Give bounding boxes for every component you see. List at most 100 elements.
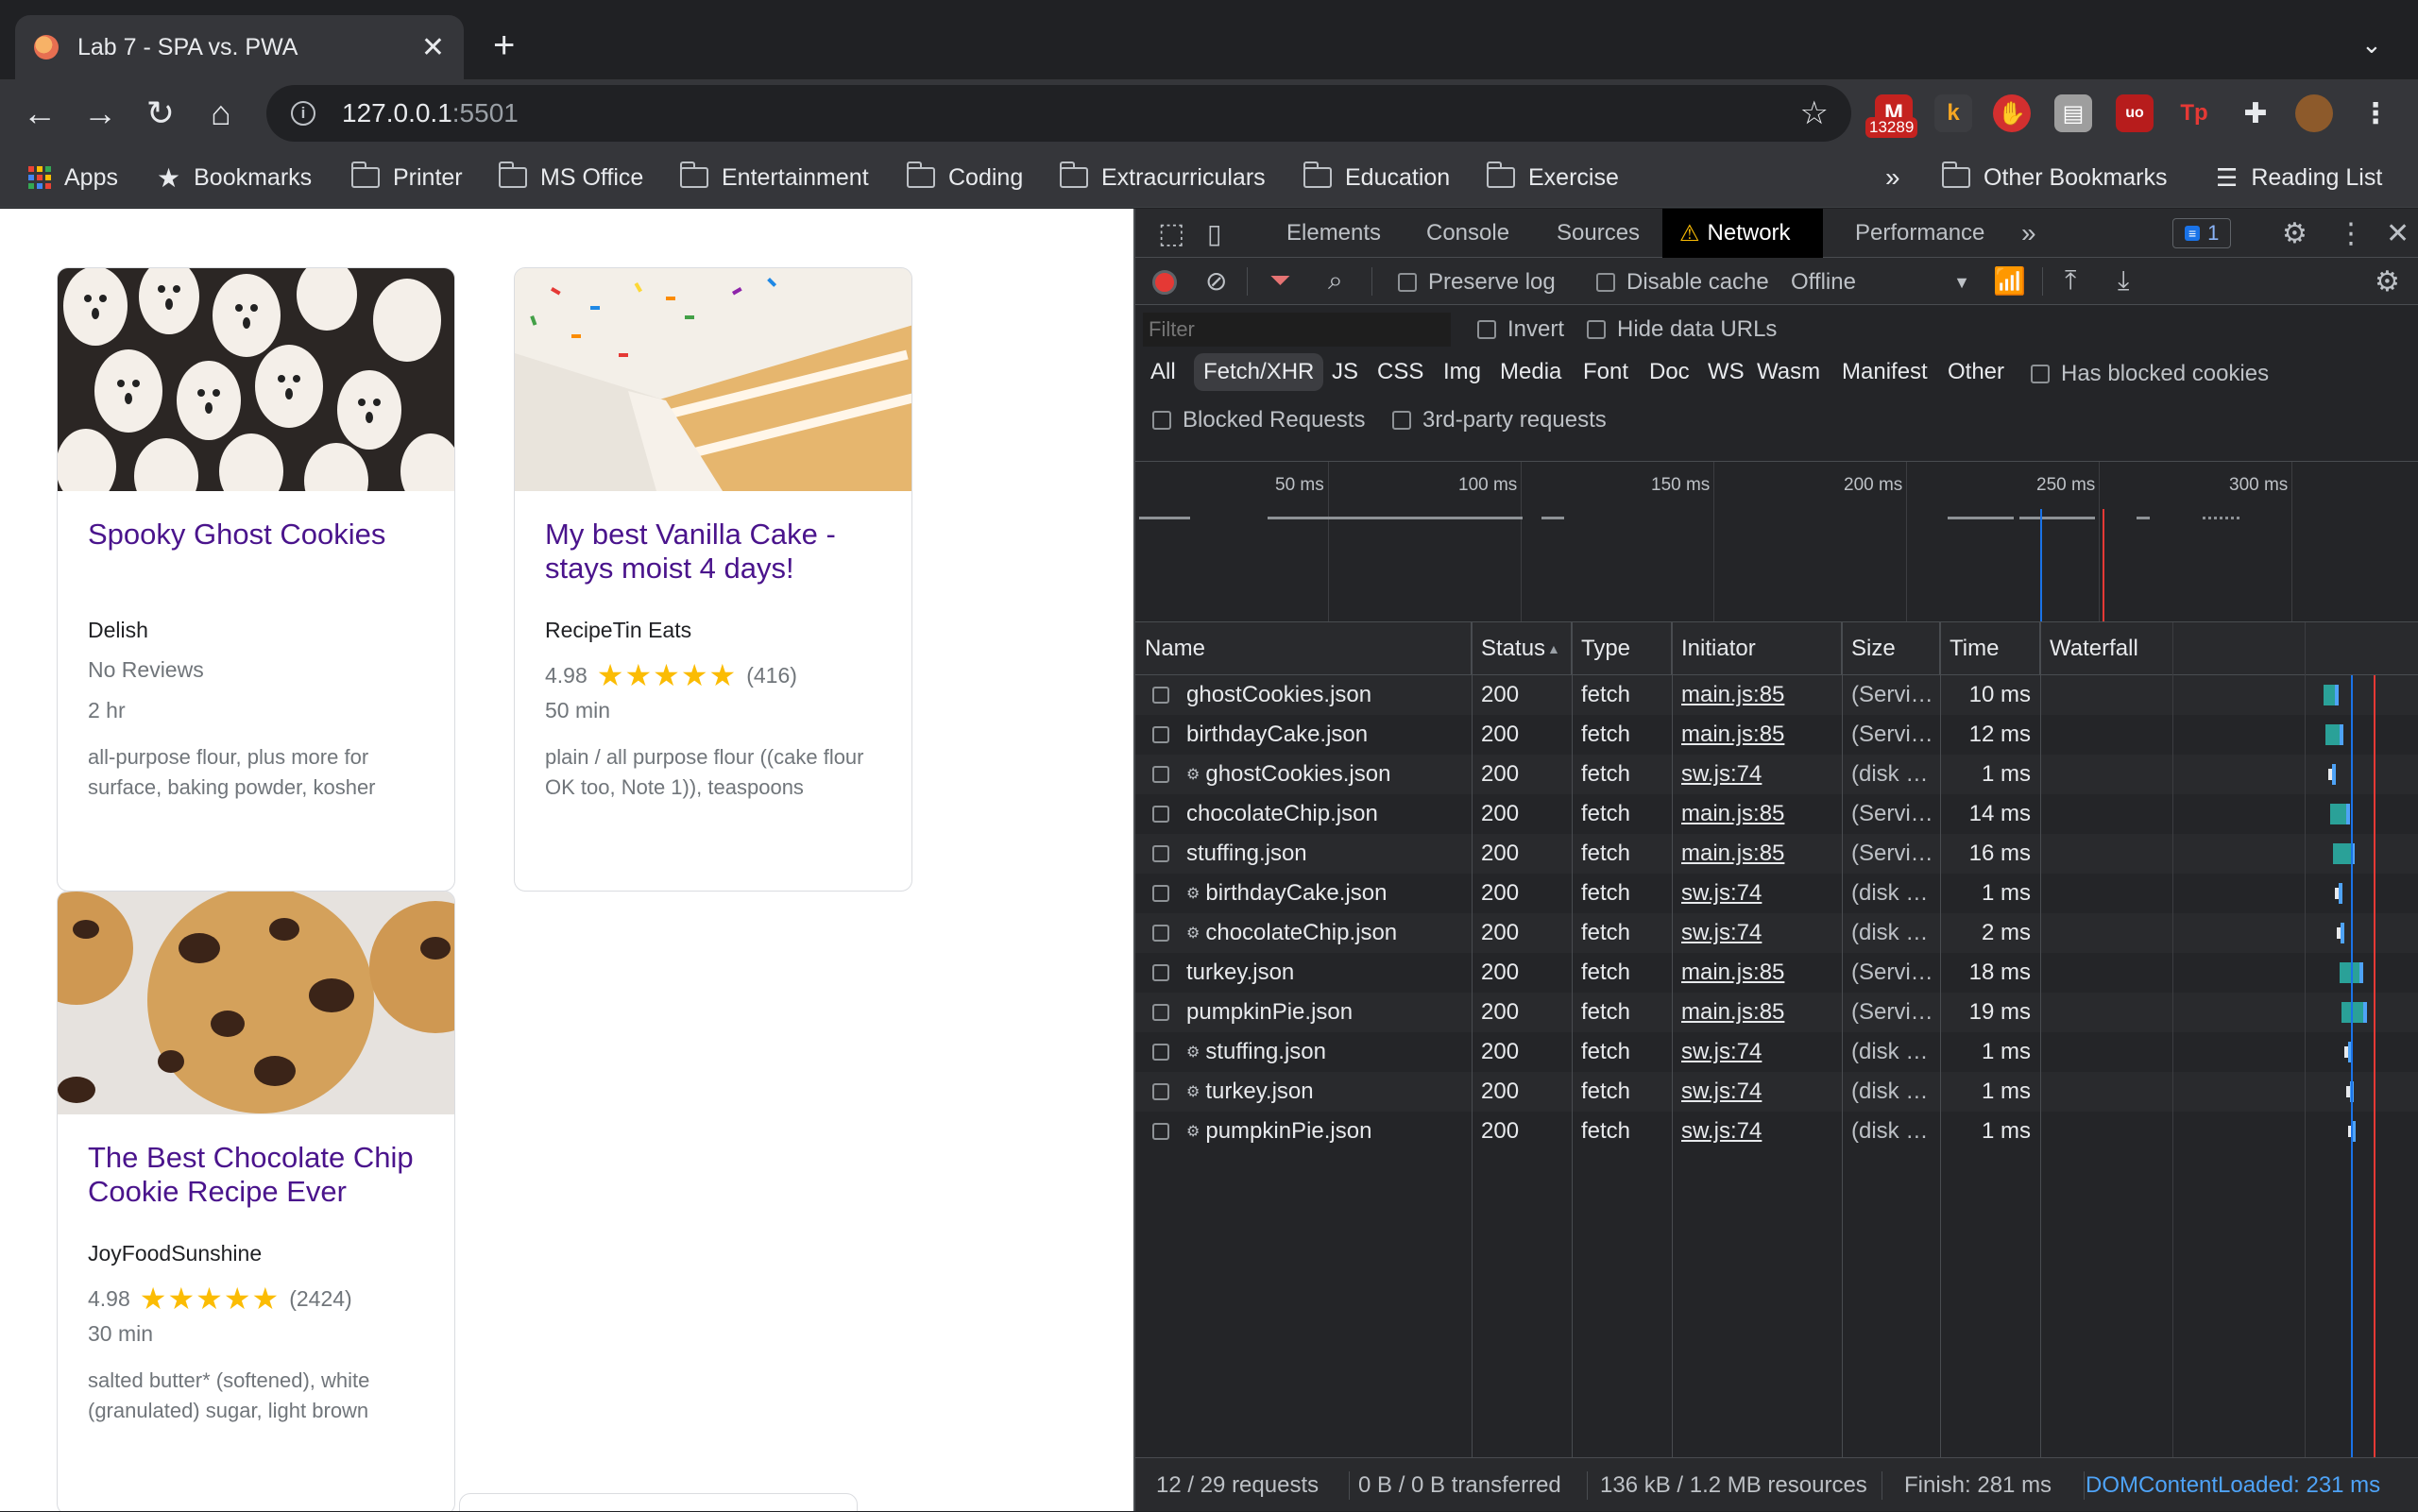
request-name-cell[interactable]: ⚙ birthdayCake.json <box>1152 874 1470 913</box>
table-row[interactable]: ⚙ stuffing.json 200 fetch sw.js:74 (disk … 1 m… <box>1135 1032 2418 1072</box>
request-name-cell[interactable]: ghostCookies.json <box>1152 675 1470 715</box>
initiator-link[interactable]: sw.js:74 <box>1681 880 1762 907</box>
bookmark-folder-extracurriculars[interactable]: Extracurriculars <box>1059 161 1266 195</box>
site-info-icon[interactable]: i <box>291 101 315 126</box>
request-name-cell[interactable]: turkey.json <box>1152 953 1470 993</box>
row-checkbox[interactable] <box>1152 1044 1169 1061</box>
more-tabs-button[interactable]: » <box>2004 209 2053 258</box>
invert-checkbox[interactable]: Invert <box>1477 316 1564 343</box>
tab-elements[interactable]: Elements <box>1269 209 1398 258</box>
initiator-link[interactable]: sw.js:74 <box>1681 761 1762 788</box>
request-name-cell[interactable]: chocolateChip.json <box>1152 794 1470 834</box>
recipe-card[interactable]: The Best Chocolate Chip Cookie Recipe Ev… <box>57 891 455 1511</box>
waterfall-bar[interactable] <box>2330 804 2346 824</box>
bookmarks-overflow-button[interactable]: » <box>1885 161 1900 195</box>
bookmark-star-icon[interactable]: ☆ <box>1800 94 1829 132</box>
bookmark-apps[interactable]: Apps <box>28 161 118 195</box>
row-checkbox[interactable] <box>1152 806 1169 823</box>
initiator-link[interactable]: main.js:85 <box>1681 801 1784 827</box>
initiator-cell[interactable]: sw.js:74 <box>1681 1032 1842 1072</box>
filter-input[interactable] <box>1143 313 1451 347</box>
sheet-extension-icon[interactable]: ▤ <box>2054 94 2092 132</box>
extensions-puzzle-icon[interactable]: ✚ <box>2237 94 2274 132</box>
has-blocked-cookies-checkbox[interactable]: Has blocked cookies <box>2031 361 2269 387</box>
table-row[interactable]: ⚙ ghostCookies.json 200 fetch sw.js:74 (disk … <box>1135 755 2418 794</box>
reload-button[interactable]: ↻ <box>140 93 181 134</box>
initiator-link[interactable]: sw.js:74 <box>1681 1079 1762 1105</box>
row-checkbox[interactable] <box>1152 845 1169 862</box>
filter-type-all[interactable]: All <box>1149 353 1178 391</box>
filter-type-manifest[interactable]: Manifest <box>1840 353 1930 391</box>
initiator-link[interactable]: main.js:85 <box>1681 960 1784 986</box>
initiator-cell[interactable]: main.js:85 <box>1681 834 1842 874</box>
row-checkbox[interactable] <box>1152 925 1169 942</box>
close-tab-icon[interactable]: ✕ <box>421 31 445 64</box>
bookmark-bookmarks[interactable]: ★ Bookmarks <box>157 161 312 195</box>
row-checkbox[interactable] <box>1152 726 1169 743</box>
tp-extension-icon[interactable]: Tp <box>2175 94 2213 132</box>
hide-data-urls-checkbox[interactable]: Hide data URLs <box>1587 316 1777 343</box>
table-row[interactable]: ⚙ chocolateChip.json 200 fetch sw.js:74 (disk… <box>1135 913 2418 953</box>
back-button[interactable]: ← <box>19 93 60 134</box>
reading-list-button[interactable]: ☰ Reading List <box>2216 161 2382 195</box>
export-har-icon[interactable]: ⤓ <box>2118 265 2129 297</box>
waterfall-bar[interactable] <box>2339 962 2360 983</box>
filter-type-js[interactable]: JS <box>1330 353 1360 391</box>
row-checkbox[interactable] <box>1152 964 1169 981</box>
hand-extension-icon[interactable]: ✋ <box>1993 94 2031 132</box>
bookmark-folder-printer[interactable]: Printer <box>350 161 463 195</box>
browser-tab[interactable]: Lab 7 - SPA vs. PWA ✕ <box>15 15 464 79</box>
new-tab-button[interactable]: + <box>493 25 515 66</box>
import-har-icon[interactable]: ⤒ <box>2065 265 2076 297</box>
tab-console[interactable]: Console <box>1409 209 1526 258</box>
row-checkbox[interactable] <box>1152 766 1169 783</box>
tab-performance[interactable]: Performance <box>1838 209 2001 258</box>
filter-type-css[interactable]: CSS <box>1375 353 1425 391</box>
initiator-cell[interactable]: main.js:85 <box>1681 794 1842 834</box>
request-name-cell[interactable]: ⚙ turkey.json <box>1152 1072 1470 1112</box>
filter-type-wasm[interactable]: Wasm <box>1755 353 1822 391</box>
initiator-link[interactable]: sw.js:74 <box>1681 920 1762 946</box>
recipe-title-link[interactable]: The Best Chocolate Chip Cookie Recipe Ev… <box>88 1141 437 1209</box>
filter-type-font[interactable]: Font <box>1581 353 1630 391</box>
column-time[interactable]: Time <box>1940 622 2040 675</box>
filter-type-img[interactable]: Img <box>1441 353 1483 391</box>
recipe-card[interactable]: Spooky Ghost Cookies Delish No Reviews 2… <box>57 267 455 892</box>
column-waterfall[interactable]: Waterfall <box>2040 622 2418 675</box>
tab-search-chevron-icon[interactable]: ⌄ <box>2361 30 2382 59</box>
ublock-extension-icon[interactable]: uo <box>2116 94 2154 132</box>
tab-sources[interactable]: Sources <box>1540 209 1657 258</box>
throttling-select[interactable]: Offline ▼ <box>1791 269 1970 296</box>
initiator-cell[interactable]: main.js:85 <box>1681 993 1842 1032</box>
initiator-cell[interactable]: sw.js:74 <box>1681 1112 1842 1151</box>
initiator-link[interactable]: main.js:85 <box>1681 722 1784 748</box>
k-extension-icon[interactable]: k <box>1934 94 1972 132</box>
initiator-link[interactable]: main.js:85 <box>1681 999 1784 1026</box>
initiator-link[interactable]: main.js:85 <box>1681 841 1784 867</box>
column-type[interactable]: Type <box>1572 622 1672 675</box>
filter-type-fetch-xhr[interactable]: Fetch/XHR <box>1194 353 1324 391</box>
network-overview-timeline[interactable]: 50 ms 100 ms 150 ms 200 ms 250 ms 300 ms <box>1135 462 2418 622</box>
row-checkbox[interactable] <box>1152 1004 1169 1021</box>
column-initiator[interactable]: Initiator <box>1672 622 1842 675</box>
bookmark-folder-other[interactable]: Other Bookmarks <box>1941 161 2168 195</box>
filter-type-other[interactable]: Other <box>1946 353 2006 391</box>
bookmark-folder-entertainment[interactable]: Entertainment <box>679 161 869 195</box>
bookmark-folder-coding[interactable]: Coding <box>906 161 1023 195</box>
table-row[interactable]: stuffing.json 200 fetch main.js:85 (Servi… 16… <box>1135 834 2418 874</box>
waterfall-bar[interactable] <box>2325 724 2340 745</box>
issues-button[interactable]: ≡ 1 <box>2172 218 2232 248</box>
initiator-link[interactable]: sw.js:74 <box>1681 1039 1762 1065</box>
table-row[interactable]: ⚙ birthdayCake.json 200 fetch sw.js:74 (disk … <box>1135 874 2418 913</box>
initiator-cell[interactable]: main.js:85 <box>1681 953 1842 993</box>
table-row[interactable]: pumpkinPie.json 200 fetch main.js:85 (Servi…… <box>1135 993 2418 1032</box>
initiator-cell[interactable]: sw.js:74 <box>1681 874 1842 913</box>
device-toolbar-icon[interactable]: ▯ <box>1190 209 1238 258</box>
settings-gear-icon[interactable]: ⚙ <box>2265 209 2324 258</box>
initiator-cell[interactable]: sw.js:74 <box>1681 755 1842 794</box>
table-row[interactable]: ⚙ turkey.json 200 fetch sw.js:74 (disk … 1 ms <box>1135 1072 2418 1112</box>
disable-cache-checkbox[interactable]: Disable cache <box>1596 269 1769 296</box>
initiator-link[interactable]: main.js:85 <box>1681 682 1784 708</box>
blocked-requests-checkbox[interactable]: Blocked Requests <box>1152 407 1365 433</box>
recipe-card[interactable]: My best Vanilla Cake - stays moist 4 day… <box>514 267 912 892</box>
